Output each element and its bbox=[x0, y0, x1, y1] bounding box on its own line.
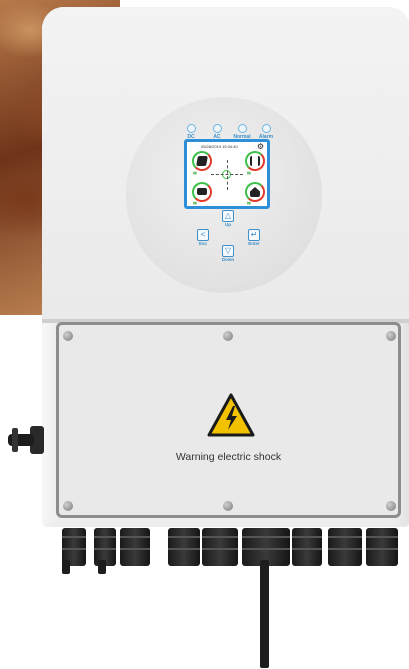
screw-bottom-left bbox=[63, 501, 73, 511]
cable-gland-1 bbox=[120, 528, 150, 566]
wiring-cover: Warning electric shock bbox=[56, 322, 401, 518]
pv-gauge-value: ▮▮ bbox=[193, 171, 197, 175]
led-normal bbox=[238, 124, 247, 133]
screw-bottom-right bbox=[386, 501, 396, 511]
battery-gauge-value: ▮▮ bbox=[193, 201, 197, 205]
screen-datetime: 05/28/2019 15:34:40 bbox=[201, 144, 238, 149]
upper-panel: DC AC Normal Alarm 05/28/2019 15:34:40 ⚙… bbox=[42, 7, 409, 319]
esc-button[interactable]: < bbox=[197, 229, 209, 241]
cable-gland-3 bbox=[202, 528, 238, 566]
lcd-screen: 05/28/2019 15:34:40 ⚙ ▮▮ ▮▮ ▮▮ ▮▮ bbox=[184, 139, 270, 209]
dc-switch-knob[interactable] bbox=[8, 420, 44, 460]
pv-gauge bbox=[192, 151, 212, 171]
cable-gland-7 bbox=[366, 528, 398, 566]
enter-button-label: Enter bbox=[248, 241, 260, 246]
pv-lead-2 bbox=[98, 560, 106, 574]
cable-gland-2 bbox=[168, 528, 200, 566]
screw-top-right bbox=[386, 331, 396, 341]
led-ac bbox=[213, 124, 222, 133]
enter-button[interactable]: ↵ bbox=[248, 229, 260, 241]
pv-lead-1 bbox=[62, 560, 70, 574]
cable-gland-5 bbox=[292, 528, 322, 566]
cable-gland-6 bbox=[328, 528, 362, 566]
battery-icon bbox=[197, 188, 207, 195]
esc-button-label: Esc bbox=[198, 241, 207, 246]
settings-gear-icon[interactable]: ⚙ bbox=[257, 143, 264, 151]
up-button[interactable]: △ bbox=[222, 210, 234, 222]
grid-gauge bbox=[245, 151, 265, 171]
grid-gauge-value: ▮▮ bbox=[247, 171, 251, 175]
screw-top-center bbox=[223, 331, 233, 341]
screw-top-left bbox=[63, 331, 73, 341]
warning-electric-shock-icon bbox=[207, 393, 255, 437]
screw-bottom-center bbox=[223, 501, 233, 511]
down-button[interactable]: ▽ bbox=[222, 245, 234, 257]
solar-panel-icon bbox=[196, 156, 208, 166]
flow-line-v bbox=[227, 160, 228, 190]
house-icon bbox=[250, 187, 260, 197]
pylon-icon bbox=[250, 156, 260, 166]
up-button-label: Up bbox=[225, 222, 231, 227]
led-dc bbox=[187, 124, 196, 133]
load-gauge-value: ▮▮ bbox=[247, 201, 251, 205]
inverter-body: DC AC Normal Alarm 05/28/2019 15:34:40 ⚙… bbox=[42, 7, 409, 527]
load-gauge bbox=[245, 182, 265, 202]
down-button-label: Down bbox=[221, 257, 235, 262]
warning-text: Warning electric shock bbox=[175, 451, 282, 463]
battery-gauge bbox=[192, 182, 212, 202]
led-alarm bbox=[262, 124, 271, 133]
main-cable bbox=[260, 560, 269, 668]
